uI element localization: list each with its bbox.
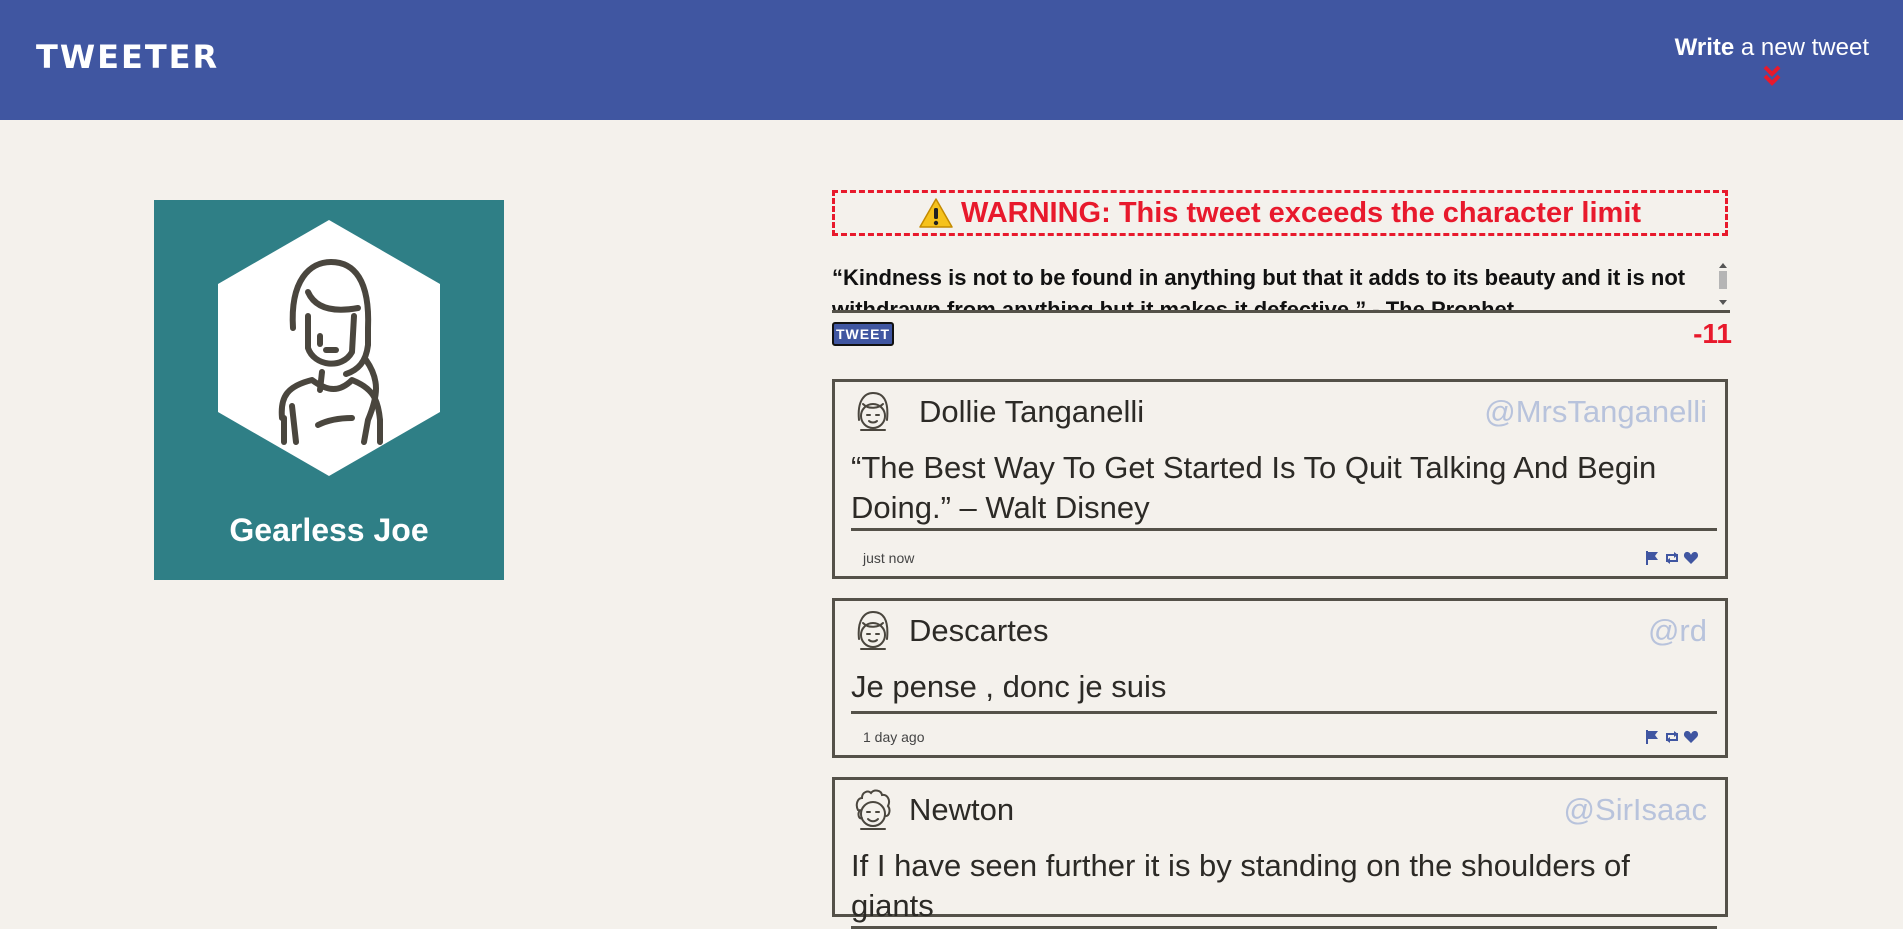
tweet-text: Je pense , donc je suis xyxy=(851,667,1717,714)
person-avatar-icon xyxy=(218,220,440,476)
draft-text[interactable]: “Kindness is not to be found in anything… xyxy=(832,258,1702,310)
app-logo: TWEETER xyxy=(36,38,220,76)
tweet-author-handle: @SirIsaac xyxy=(1563,792,1707,827)
tweet-button[interactable]: TWEET xyxy=(832,322,894,346)
tweet-text: “The Best Way To Get Started Is To Quit … xyxy=(851,448,1717,531)
heart-icon[interactable] xyxy=(1683,729,1699,745)
profile-name: Gearless Joe xyxy=(229,512,429,548)
retweet-icon[interactable] xyxy=(1664,729,1680,745)
tweet-card: Newton @SirIsaac If I have seen further … xyxy=(832,777,1728,929)
heart-icon[interactable] xyxy=(1683,550,1699,566)
tweet-author-name: Newton xyxy=(909,792,1015,827)
tweet-actions xyxy=(1645,729,1699,745)
tweet-text: If I have seen further it is by standing… xyxy=(851,846,1717,929)
retweet-icon[interactable] xyxy=(1664,550,1680,566)
tweet-timestamp: 1 day ago xyxy=(863,729,925,745)
warning-text: WARNING: This tweet exceeds the characte… xyxy=(960,196,1642,229)
flag-icon[interactable] xyxy=(1645,550,1661,566)
tweet-card: Dollie Tanganelli @MrsTanganelli “The Be… xyxy=(832,379,1728,579)
tweet-timestamp: just now xyxy=(863,550,915,566)
tweet-author-handle: @rd xyxy=(1647,613,1707,648)
warning-icon xyxy=(919,198,953,228)
tweet-author-handle: @MrsTanganelli xyxy=(1484,394,1707,429)
profile-card: Gearless Joe xyxy=(154,200,504,580)
write-tweet-toggle[interactable]: Write a new tweet xyxy=(1675,34,1869,86)
tweet-card: Descartes @rd Je pense , donc je suis 1 … xyxy=(832,598,1728,758)
flag-icon[interactable] xyxy=(1645,729,1661,745)
tweet-actions xyxy=(1645,550,1699,566)
compose-label-rest: a new tweet xyxy=(1734,34,1869,61)
girl-face-avatar-icon xyxy=(857,610,889,650)
tweet-author-name: Dollie Tanganelli xyxy=(919,394,1145,429)
top-nav: TWEETER Write a new tweet xyxy=(0,0,1903,120)
tweet-author-name: Descartes xyxy=(909,613,1049,648)
curly-hair-face-avatar-icon xyxy=(855,789,891,830)
textarea-scrollbar[interactable] xyxy=(1716,262,1730,306)
double-chevron-down-icon[interactable] xyxy=(1762,64,1782,86)
girl-face-avatar-icon xyxy=(857,391,889,431)
compose-label-bold: Write xyxy=(1674,34,1735,61)
char-limit-warning: WARNING: This tweet exceeds the characte… xyxy=(832,190,1728,236)
char-counter: -11 xyxy=(1693,318,1732,349)
tweet-textarea[interactable]: “Kindness is not to be found in anything… xyxy=(832,258,1730,313)
